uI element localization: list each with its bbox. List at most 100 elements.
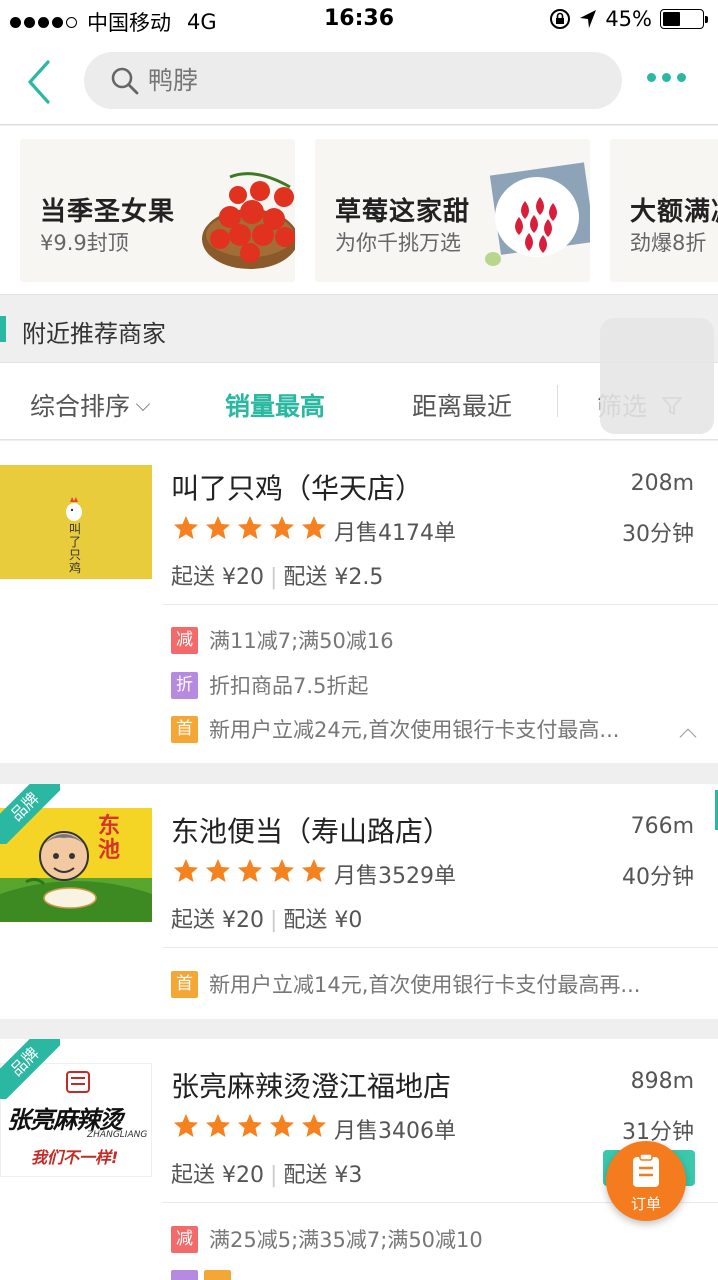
rating-stars (173, 1113, 327, 1139)
delivery-time: 30分钟 (622, 522, 694, 547)
shop-logo-slogan: 我们不一样! (31, 1148, 119, 1167)
search-icon (111, 67, 139, 95)
banner-card[interactable]: 草莓这家甜 为你千挑万选 (315, 139, 590, 282)
delivery-fee: 配送 ¥2.5 (283, 565, 384, 590)
divider (162, 604, 718, 605)
promo-row: 首 新用户立减14元,首次使用银行卡支付最高再... (171, 970, 640, 998)
search-input[interactable] (148, 52, 588, 109)
section-title: 附近推荐商家 (22, 320, 166, 348)
chevron-down-icon (135, 396, 151, 412)
star-icon (270, 859, 294, 882)
promo-row: 首 新用户立减24元,首次使用银行卡支付最高... (171, 715, 619, 743)
delivery-time: 31分钟 (622, 1120, 694, 1145)
shop-logo-subtext: ZHANGLIANG (87, 1130, 148, 1140)
delivery-fee: 配送 ¥3 (283, 1163, 363, 1188)
star-icon (302, 1114, 326, 1137)
section-accent-bar (0, 316, 6, 342)
brand-badge-label: 品牌 (0, 1039, 60, 1099)
divider (162, 947, 718, 948)
shop-card[interactable]: 叫了只鸡 叫了只鸡（华天店） 208m 月售4174单 30分钟 起送 ¥20 |… (0, 441, 718, 763)
star-icon (270, 1114, 294, 1137)
nav-bar (0, 40, 718, 125)
banner-card[interactable]: 大额满减 劲爆8折 (610, 139, 718, 282)
monthly-sales: 月售3529单 (334, 864, 456, 889)
banner-title: 大额满减 (630, 197, 718, 227)
more-button[interactable] (647, 73, 686, 82)
delivery-time: 40分钟 (622, 865, 694, 890)
discount-tag: 减 (171, 626, 198, 654)
promo-row: 折 折扣商品7.5折起 (171, 671, 368, 699)
chevron-left-icon (28, 60, 50, 104)
order-clipboard-icon (633, 1153, 659, 1187)
order-button[interactable]: 订单 (606, 1141, 686, 1221)
rating-stars (173, 858, 327, 884)
banner-card[interactable]: 当季圣女果 ¥9.9封顶 (20, 139, 295, 282)
location-arrow-icon (580, 10, 597, 28)
strawberry-plate-image (485, 162, 590, 266)
chevron-up-icon[interactable] (679, 728, 697, 746)
sort-by-distance[interactable]: 距离最近 (412, 387, 512, 423)
battery-icon (660, 9, 708, 29)
sort-comprehensive[interactable]: 综合排序 (30, 387, 151, 423)
sort-label: 距离最近 (412, 392, 513, 421)
star-icon (174, 859, 198, 882)
shop-logo: 叫了只鸡 (0, 465, 152, 579)
star-icon (206, 1114, 230, 1137)
min-order: 起送 ¥20 (171, 908, 264, 933)
star-icon (270, 516, 294, 539)
star-icon (174, 1114, 198, 1137)
promo-text: 满25减5;满35减7;满50减10 (209, 1228, 483, 1252)
sort-label: 综合排序 (30, 392, 131, 421)
promo-text: 折扣商品7.5折起 (209, 674, 369, 698)
brand-badge: 品牌 (0, 784, 60, 844)
shop-fees: 起送 ¥20 | 配送 ¥3 (171, 1163, 363, 1188)
sale-tag: 折 (171, 671, 198, 699)
shop-distance: 766m (630, 814, 694, 839)
delivery-fee: 配送 ¥0 (283, 908, 363, 933)
banner-subtitle: 劲爆8折 (630, 231, 707, 255)
more-dot-icon (647, 73, 656, 82)
banner-title: 草莓这家甜 (335, 197, 471, 227)
cherry-tomato-image (202, 172, 295, 269)
promo-row: 减 满25减5;满35减7;满50减10 (171, 1225, 483, 1253)
divider (557, 385, 558, 417)
rotation-lock-icon (550, 9, 571, 29)
shop-fees: 起送 ¥20 | 配送 ¥0 (171, 908, 363, 933)
more-dot-icon (662, 73, 671, 82)
back-button[interactable] (22, 58, 62, 106)
sort-label: 销量最高 (225, 392, 326, 421)
banner-carousel: 当季圣女果 ¥9.9封顶 草莓这家甜 为你千挑万选 大额满 劲爆8折 (0, 126, 718, 295)
battery-level (663, 12, 681, 26)
shop-card[interactable]: 东池 品牌 东池便当（寿山路店） 766m 月售3529单 40分钟 起送 ¥2… (0, 784, 718, 1019)
first-order-tag (204, 1269, 231, 1280)
min-order: 起送 ¥20 (171, 565, 264, 590)
star-icon (302, 516, 326, 539)
shop-name: 东池便当（寿山路店） (171, 815, 452, 848)
shop-logo-text: 东池 (98, 813, 121, 863)
monthly-sales: 月售4174单 (334, 521, 456, 546)
shop-name: 张亮麻辣烫澄江福地店 (171, 1070, 452, 1103)
app-root: 中国移动 4G 16:36 45% 鸭脖 当季圣女果 ¥9.9封顶 草莓这家甜 … (0, 0, 718, 1280)
sale-tag (171, 1269, 198, 1280)
star-icon (174, 516, 198, 539)
banner-title: 当季圣女果 (40, 197, 176, 227)
promo-text: 新用户立减24元,首次使用银行卡支付最高... (209, 718, 620, 742)
promo-row: 减 满11减7;满50减16 (171, 626, 394, 654)
shop-distance: 898m (630, 1069, 694, 1094)
star-icon (238, 859, 262, 882)
shop-logo-text: 叫了只鸡 (68, 522, 81, 575)
first-order-tag: 首 (171, 715, 198, 743)
brand-badge-label: 品牌 (0, 784, 60, 844)
star-icon (206, 516, 230, 539)
star-icon (206, 859, 230, 882)
banner-subtitle: ¥9.9封顶 (40, 231, 129, 255)
monthly-sales: 月售3406单 (334, 1119, 456, 1144)
discount-tag: 减 (171, 1225, 198, 1253)
battery-percent: 45% (605, 7, 652, 31)
status-bar: 中国移动 4G 16:36 45% (0, 0, 718, 40)
shop-fees: 起送 ¥20 | 配送 ¥2.5 (171, 565, 384, 590)
shop-distance: 208m (630, 471, 694, 496)
search-box[interactable] (84, 52, 622, 109)
sort-by-sales[interactable]: 销量最高 (225, 387, 325, 423)
floating-overlay (600, 318, 714, 434)
